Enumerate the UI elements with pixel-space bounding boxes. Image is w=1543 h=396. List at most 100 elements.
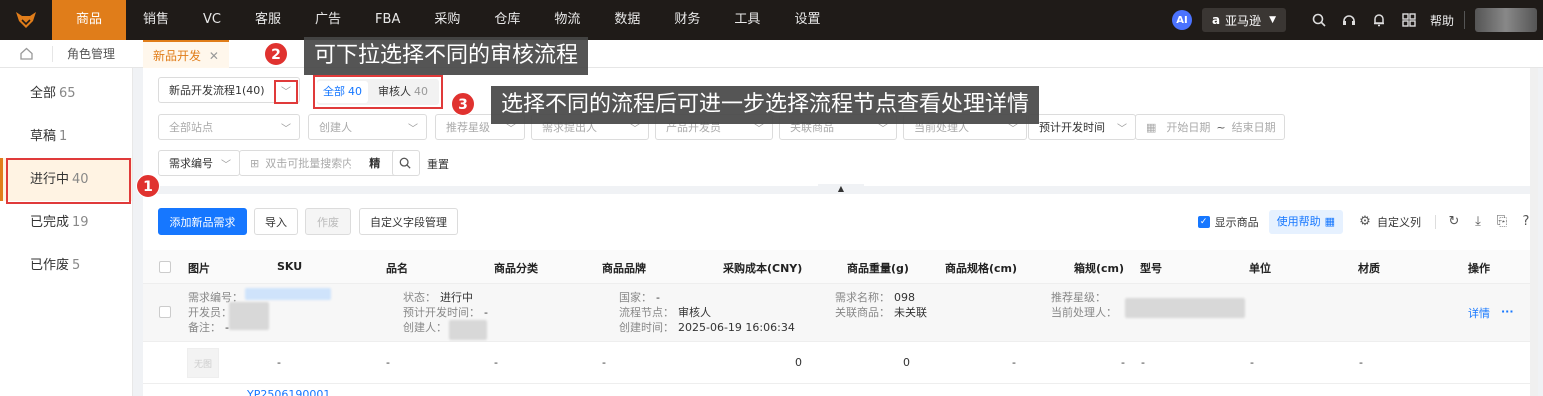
nav-item-ads[interactable]: 广告 [298, 0, 358, 40]
nav-item-sales[interactable]: 销售 [126, 0, 186, 40]
use-help-label: 使用帮助 [1276, 214, 1321, 228]
user-avatar[interactable] [1475, 8, 1537, 32]
top-right-tools: AI a 亚马逊 ▼ 帮助 [1171, 0, 1543, 40]
sidebar-item-label: 已完成 [30, 215, 70, 230]
close-icon[interactable]: ✕ [209, 49, 219, 63]
nav-item-purchase[interactable]: 采购 [417, 0, 477, 40]
field-value: 2025-06-19 16:06:34 [678, 321, 795, 334]
start-date-placeholder: 开始日期 [1166, 121, 1211, 134]
nav-item-warehouse[interactable]: 仓库 [477, 0, 537, 40]
more-actions-icon[interactable]: ··· [1501, 304, 1514, 319]
help-link[interactable]: 帮助 [1430, 12, 1454, 29]
reset-link[interactable]: 重置 [427, 156, 449, 172]
nav-item-tools[interactable]: 工具 [717, 0, 777, 40]
detail-link[interactable]: 详情 [1468, 306, 1490, 321]
end-date-placeholder: 结束日期 [1231, 121, 1276, 134]
search-type-select[interactable]: 需求编号 ﹀ [158, 150, 240, 176]
creator-select-placeholder: 创建人 [319, 121, 352, 134]
import-button[interactable]: 导入 [254, 208, 298, 235]
created-time-field: 创建时间： 2025-06-19 16:06:34 [619, 320, 795, 335]
nav-item-fba[interactable]: FBA [358, 0, 417, 40]
custom-fields-button[interactable]: 自定义字段管理 [359, 208, 458, 235]
chevron-down-icon: ﹀ [1117, 124, 1127, 135]
nav-item-data[interactable]: 数据 [597, 0, 657, 40]
sidebar-item-draft[interactable]: 草稿 1 [0, 115, 132, 158]
cell-weight: 0 [903, 356, 910, 369]
home-icon[interactable] [0, 40, 52, 68]
note-field: 备注： - [188, 320, 229, 335]
date-range-picker[interactable]: ▦ 开始日期 ~ 结束日期 [1135, 114, 1285, 140]
handler-redacted [1125, 298, 1245, 318]
void-button[interactable]: 作废 [305, 208, 351, 235]
fox-logo-icon[interactable] [0, 0, 52, 40]
request-name-field: 需求名称： 098 [835, 290, 915, 305]
developer-field: 开发员： [188, 305, 232, 320]
ai-assistant-button[interactable]: AI [1171, 10, 1192, 30]
country-field: 国家： - [619, 290, 660, 305]
bell-icon[interactable] [1368, 9, 1390, 31]
table-header: 图片 SKU 品名 商品分类 商品品牌 采购成本(CNY) 商品重量(g) 商品… [143, 250, 1538, 284]
date-type-select[interactable]: 预计开发时间 ﹀ [1028, 114, 1136, 140]
search-placeholder: 双击可批量搜索内容 [265, 157, 352, 170]
col-category: 商品分类 [494, 262, 538, 275]
sidebar-item-count: 65 [59, 86, 76, 101]
refresh-icon[interactable]: ↻ [1442, 214, 1466, 229]
tab-role-management[interactable]: 角色管理 [52, 45, 129, 62]
show-products-checkbox[interactable]: ✓ [1197, 215, 1210, 228]
annotation-marker-3: 3 [451, 92, 475, 116]
add-request-button[interactable]: 添加新品需求 [158, 208, 247, 235]
settings-gear-icon[interactable]: ⚙ [1353, 214, 1377, 229]
store-switcher[interactable]: a 亚马逊 ▼ [1201, 8, 1286, 32]
next-row-code[interactable]: YP2506190001 [247, 388, 330, 396]
headset-icon[interactable] [1338, 9, 1360, 31]
cell-spec: - [1012, 356, 1016, 369]
nav-item-settings[interactable]: 设置 [777, 0, 837, 40]
col-unit: 单位 [1249, 262, 1271, 275]
export-file-icon[interactable]: ⎘ [1490, 214, 1514, 229]
top-nav-bar: 商品 销售 VC 客服 广告 FBA 采购 仓库 物流 数据 财务 工具 设置 … [0, 0, 1543, 40]
search-button[interactable] [392, 150, 420, 176]
precise-toggle[interactable]: 精 [369, 155, 380, 171]
apps-grid-icon[interactable] [1398, 9, 1420, 31]
nav-item-products[interactable]: 商品 [52, 0, 127, 40]
amazon-icon: a [1211, 13, 1221, 27]
nav-item-customer-service[interactable]: 客服 [238, 0, 298, 40]
nav-item-logistics[interactable]: 物流 [537, 0, 597, 40]
site-select[interactable]: 全部站点 ﹀ [158, 114, 300, 140]
col-cost: 采购成本(CNY) [723, 262, 803, 275]
cell-box: - [1121, 356, 1125, 369]
field-value: 审核人 [678, 306, 711, 319]
annotation-marker-1: 1 [136, 174, 160, 198]
use-help-button[interactable]: 使用帮助 ▦ [1268, 209, 1343, 234]
field-value: 进行中 [440, 291, 473, 304]
field-key: 状态： [403, 291, 436, 304]
download-icon[interactable]: ⤓ [1466, 214, 1490, 229]
field-key: 关联商品： [835, 306, 890, 319]
chevron-down-icon: ﹀ [281, 124, 291, 135]
field-value: - [484, 306, 488, 319]
select-all-checkbox[interactable] [159, 261, 171, 273]
sidebar-item-all[interactable]: 全部 65 [0, 72, 132, 115]
sidebar-item-voided[interactable]: 已作废 5 [0, 244, 132, 287]
search-icon[interactable] [1308, 9, 1330, 31]
field-value: 未关联 [894, 306, 927, 319]
creator-select[interactable]: 创建人 ﹀ [308, 114, 427, 140]
field-key: 当前处理人： [1051, 306, 1117, 319]
current-handler-field: 当前处理人： [1051, 305, 1117, 320]
col-actions: 操作 [1468, 262, 1490, 275]
field-value: - [225, 321, 229, 334]
annotation-box-dropdown [274, 80, 298, 104]
store-label: 亚马逊 [1225, 13, 1262, 28]
row-checkbox[interactable] [159, 306, 171, 318]
chevron-down-icon: ﹀ [408, 124, 418, 135]
vertical-scrollbar[interactable] [1530, 68, 1538, 396]
sidebar-item-completed[interactable]: 已完成 19 [0, 201, 132, 244]
sidebar-item-label: 全部 [30, 86, 57, 101]
flow-node-field: 流程节点： 审核人 [619, 305, 711, 320]
nav-item-finance[interactable]: 财务 [657, 0, 717, 40]
collapse-filters-toggle[interactable]: ▲ [818, 184, 864, 194]
custom-columns-link[interactable]: 自定义列 [1377, 214, 1421, 230]
nav-item-vc[interactable]: VC [186, 0, 238, 40]
col-spec: 商品规格(cm) [945, 262, 1018, 275]
tab-new-product-dev[interactable]: 新品开发 ✕ [143, 39, 229, 68]
